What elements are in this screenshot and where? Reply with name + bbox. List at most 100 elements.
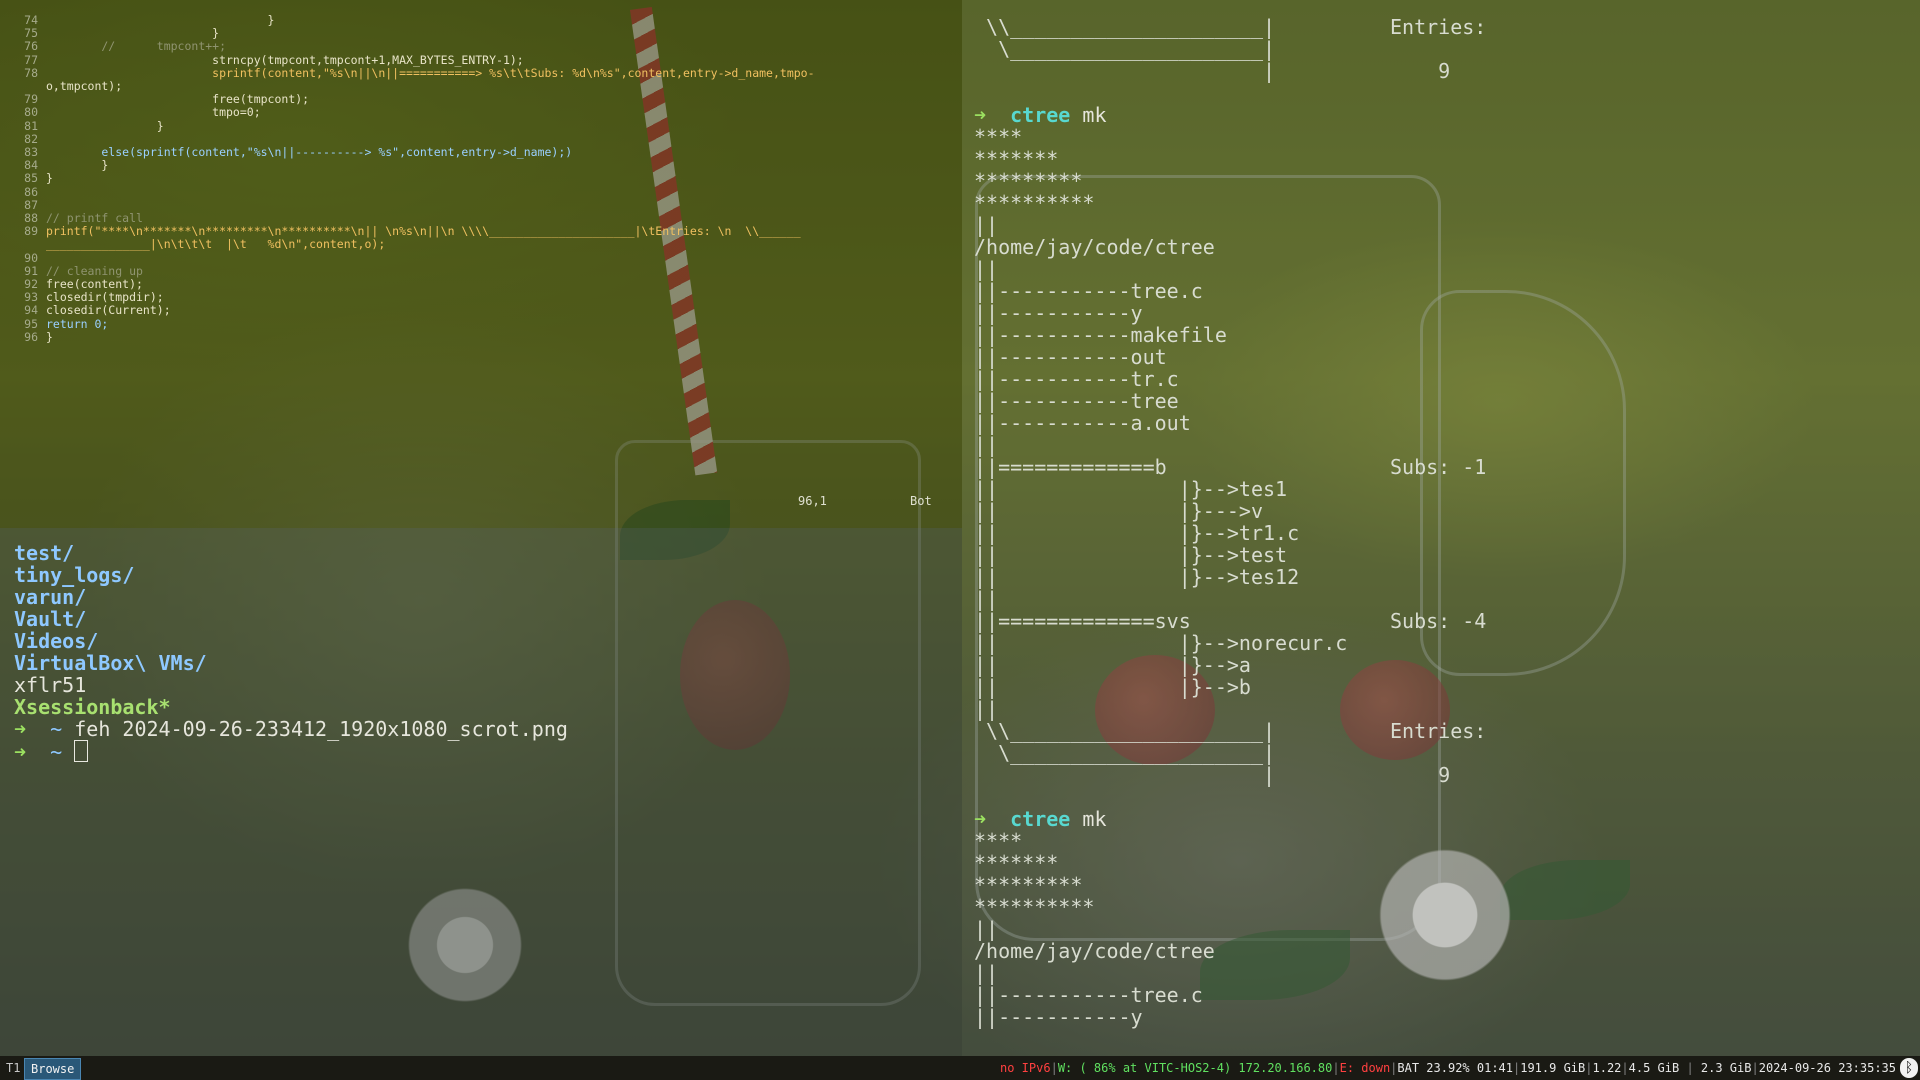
output-line: | — [974, 763, 1276, 787]
line-text: } — [46, 13, 275, 27]
output-line: \\_____________________| — [974, 15, 1276, 39]
bluetooth-icon[interactable]: ᛒ — [1900, 1058, 1918, 1078]
output-line: || |}-->test — [974, 543, 1288, 567]
line-text: } — [46, 171, 53, 186]
load-status: 1.22 — [1592, 1061, 1622, 1075]
line-number: 92 — [24, 277, 38, 291]
line-number: 78 — [24, 65, 38, 80]
output-line: || — [974, 961, 999, 985]
output-line: ||=============svs — [974, 609, 1191, 633]
prompt-arrow-icon: ➜ — [974, 103, 987, 127]
output-line: ||-----------tree.c — [974, 983, 1203, 1007]
line-number: 86 — [24, 184, 38, 199]
prompt-line: ➜ ctree mk — [974, 104, 1107, 126]
prompt-arrow-icon: ➜ — [974, 807, 987, 831]
command-name: ctree — [1010, 807, 1071, 831]
line-text: _______________|\n\t\t\t |\t %d\n",conte… — [46, 237, 386, 252]
line-number: 93 — [24, 290, 38, 305]
line-number: 96 — [24, 329, 38, 344]
line-number: 91 — [24, 263, 38, 278]
line-number: 87 — [24, 197, 38, 212]
prompt-arrow-icon: ➜ — [14, 740, 27, 764]
line-number: 80 — [24, 105, 38, 120]
output-line: || |}-->tr1.c — [974, 521, 1300, 545]
line-number: 83 — [24, 145, 38, 159]
line-number: 77 — [24, 52, 38, 67]
line-text: // printf call — [46, 211, 143, 225]
line-text: closedir(tmpdir); — [46, 290, 164, 305]
output-line: **** — [974, 829, 1023, 853]
dir-entry: test/ — [14, 541, 75, 565]
dir-entry: tiny_logs/ — [14, 563, 135, 587]
output-line: ||-----------tree.c — [974, 279, 1203, 303]
dir-entry: VirtualBox\ VMs/ — [14, 651, 207, 675]
exec-file-entry: Xsessionback* — [14, 695, 171, 719]
line-text: sprintf(content,"%s\n||\n||===========> … — [46, 65, 815, 80]
line-text: return 0; — [46, 316, 109, 331]
output-line: || — [974, 697, 999, 721]
output-line: ********** — [974, 191, 1095, 215]
command-line: ➜ ~ feh 2024-09-26-233412_1920x1080_scro… — [14, 717, 568, 741]
line-number: 82 — [24, 131, 38, 146]
output-line: ******* — [974, 851, 1059, 875]
line-number: 84 — [24, 158, 38, 173]
output-line: || |}-->tes1 — [974, 477, 1288, 501]
wifi-status: W: ( 86% at VITC-HOS2-4) 172.20.166.80 — [1057, 1061, 1333, 1075]
text-cursor — [74, 740, 89, 762]
command-name: ctree — [1010, 103, 1071, 127]
line-text: closedir(Current); — [46, 303, 171, 318]
summary-label: 9 — [1390, 59, 1451, 83]
output-line: || — [974, 587, 999, 611]
clock: 2024-09-26 23:35:35 — [1758, 1061, 1896, 1075]
output-line: || — [974, 917, 999, 941]
output-line: ||-----------a.out — [974, 411, 1191, 435]
line-text: } — [46, 158, 109, 173]
output-line: | — [974, 59, 1276, 83]
summary-label: Entries: — [1390, 15, 1487, 39]
output-line: || |}-->a — [974, 653, 1251, 677]
output-line: /home/jay/code/ctree — [974, 235, 1215, 259]
output-line: ******* — [974, 147, 1059, 171]
cursor-position: 96,1 — [798, 494, 827, 508]
output-line: || |}--->v — [974, 499, 1263, 523]
system-status: no IPv6|W: ( 86% at VITC-HOS2-4) 172.20.… — [1000, 1061, 1896, 1075]
output-line: \_____________________| — [974, 37, 1276, 61]
line-number: 81 — [24, 118, 38, 133]
line-number: 74 — [24, 13, 38, 27]
dir-entry: varun/ — [14, 585, 87, 609]
output-line: ********** — [974, 895, 1095, 919]
left-terminal-pane[interactable]: test/ tiny_logs/ varun/ Vault/ Videos/ V… — [0, 528, 962, 1056]
line-text: } — [46, 118, 164, 133]
line-text: } — [46, 26, 220, 41]
right-terminal-pane[interactable]: \\_____________________| \______________… — [962, 0, 1920, 1056]
line-number: 75 — [24, 26, 38, 41]
scroll-indicator: Bot — [910, 494, 932, 508]
ipv6-status: no IPv6 — [1000, 1061, 1051, 1075]
line-number: 88 — [24, 211, 38, 225]
line-text: strncpy(tmpcont,tmpcont+1,MAX_BYTES_ENTR… — [46, 52, 524, 67]
workspace-button-t1[interactable]: T1 — [0, 1058, 26, 1078]
output-line: || — [974, 213, 999, 237]
summary-label: 9 — [1390, 763, 1451, 787]
output-line: **** — [974, 125, 1023, 149]
output-line: || |}-->b — [974, 675, 1251, 699]
code-editor-pane[interactable]: 74 } 75 } 76 // tmpcont++; 77 strncpy(tmpco… — [0, 0, 962, 528]
output-line: ||-----------makefile — [974, 323, 1227, 347]
line-text: free(tmpcont); — [46, 92, 310, 107]
battery-status: BAT 23.92% 01:41 — [1397, 1061, 1513, 1075]
command-arg: mk — [1082, 807, 1107, 831]
line-text: o,tmpcont); — [46, 79, 123, 93]
active-prompt[interactable]: ➜ ~ — [14, 740, 89, 764]
output-line: ||-----------tr.c — [974, 367, 1179, 391]
workspace-button-browse[interactable]: Browse — [24, 1058, 82, 1080]
line-number: 95 — [24, 316, 38, 331]
line-text: // cleaning up — [46, 263, 143, 278]
output-line: \_____________________| — [974, 741, 1276, 765]
output-line: /home/jay/code/ctree — [974, 939, 1215, 963]
disk-status: 191.9 GiB — [1520, 1061, 1586, 1075]
output-line: ||=============b — [974, 455, 1167, 479]
prompt-arrow-icon: ➜ — [14, 717, 27, 741]
summary-label: Entries: — [1390, 719, 1487, 743]
output-line: ********* — [974, 169, 1083, 193]
output-line: || — [974, 433, 999, 457]
